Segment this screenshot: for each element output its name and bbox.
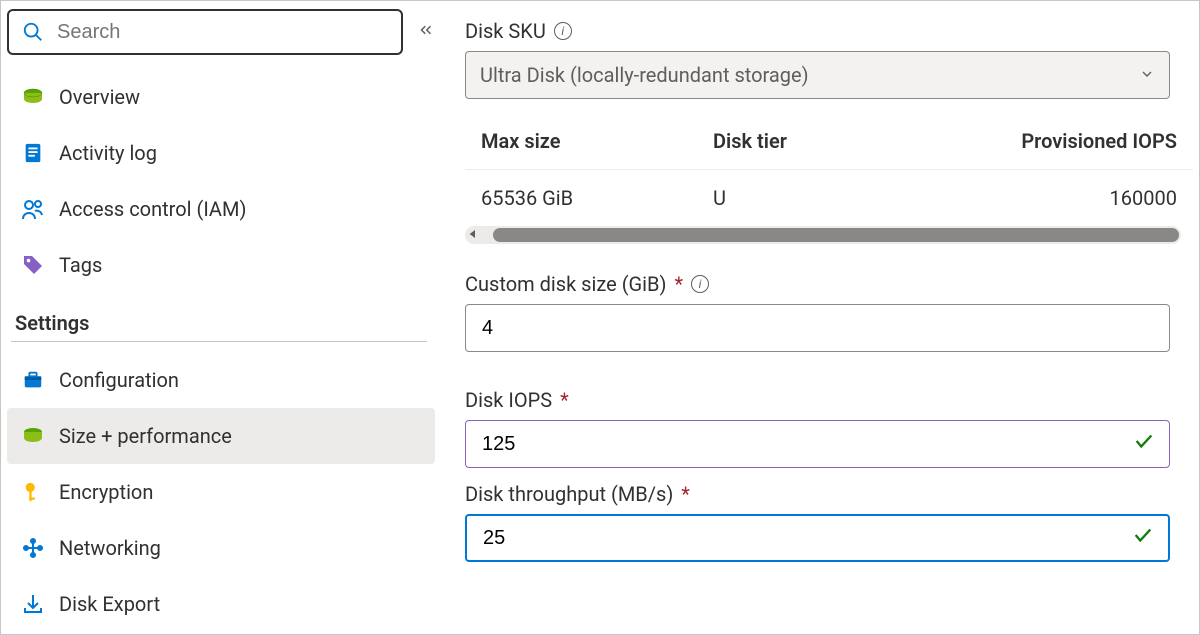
search-box[interactable] xyxy=(7,9,403,55)
sidebar-item-activity-log[interactable]: Activity log xyxy=(7,125,435,181)
disk-sku-label: Disk SKU xyxy=(465,19,546,43)
cell-disk-tier: U xyxy=(713,186,945,210)
search-icon xyxy=(21,20,45,44)
sku-table: Max size Disk tier Provisioned IOPS 6553… xyxy=(465,113,1193,226)
sidebar-item-disk-export[interactable]: Disk Export xyxy=(7,576,435,632)
sidebar-item-configuration[interactable]: Configuration xyxy=(7,352,435,408)
disk-throughput-input[interactable] xyxy=(465,514,1170,562)
disk-sku-value: Ultra Disk (locally-redundant storage) xyxy=(480,63,809,87)
cell-iops: 160000 xyxy=(945,186,1177,210)
sidebar-item-label: Access control (IAM) xyxy=(59,197,246,221)
sidebar-item-label: Tags xyxy=(59,253,102,277)
people-icon xyxy=(21,197,45,221)
required-asterisk: * xyxy=(560,388,569,412)
toolbox-icon xyxy=(21,368,45,392)
sidebar-item-label: Overview xyxy=(59,85,140,109)
sidebar-item-label: Networking xyxy=(59,536,161,560)
disk-sku-select[interactable]: Ultra Disk (locally-redundant storage) xyxy=(465,51,1170,99)
cell-max-size: 65536 GiB xyxy=(481,186,713,210)
custom-disk-size-field[interactable] xyxy=(480,316,1155,341)
sidebar-section-settings: Settings xyxy=(11,293,427,342)
scrollbar-thumb[interactable] xyxy=(493,228,1179,242)
sidebar-item-access-control[interactable]: Access control (IAM) xyxy=(7,181,435,237)
log-icon xyxy=(21,141,45,165)
search-input[interactable] xyxy=(55,20,389,45)
sidebar-item-encryption[interactable]: Encryption xyxy=(7,464,435,520)
disk-iops-input[interactable] xyxy=(465,420,1170,468)
custom-disk-size-label: Custom disk size (GiB) xyxy=(465,272,666,296)
scroll-left-icon[interactable] xyxy=(465,225,481,248)
key-icon xyxy=(21,480,45,504)
col-disk-tier: Disk tier xyxy=(713,129,945,153)
sidebar-item-size-performance[interactable]: Size + performance xyxy=(7,408,435,464)
sidebar-item-label: Configuration xyxy=(59,368,179,392)
sidebar-item-label: Disk Export xyxy=(59,592,160,616)
disk-iops-label: Disk IOPS xyxy=(465,388,552,412)
sidebar: Overview Activity log Access control xyxy=(1,1,441,634)
table-row[interactable]: 65536 GiB U 160000 xyxy=(465,170,1193,226)
required-asterisk: * xyxy=(674,272,683,296)
sidebar-item-overview[interactable]: Overview xyxy=(7,69,435,125)
info-icon[interactable]: i xyxy=(554,22,572,40)
info-icon[interactable]: i xyxy=(691,275,709,293)
chevron-down-icon xyxy=(1139,63,1155,87)
horizontal-scrollbar[interactable] xyxy=(465,226,1181,244)
sidebar-item-tags[interactable]: Tags xyxy=(7,237,435,293)
network-icon xyxy=(21,536,45,560)
valid-check-icon xyxy=(1132,524,1154,552)
disk-throughput-label: Disk throughput (MB/s) xyxy=(465,482,673,506)
sidebar-item-networking[interactable]: Networking xyxy=(7,520,435,576)
sidebar-item-label: Encryption xyxy=(59,480,153,504)
disk-throughput-field[interactable] xyxy=(481,526,1132,551)
tag-icon xyxy=(21,253,45,277)
valid-check-icon xyxy=(1133,430,1155,458)
main-content: Disk SKU i Ultra Disk (locally-redundant… xyxy=(441,1,1199,634)
col-provisioned-iops: Provisioned IOPS xyxy=(945,129,1177,153)
export-icon xyxy=(21,592,45,616)
col-max-size: Max size xyxy=(481,129,713,153)
disk-icon xyxy=(21,424,45,448)
disk-iops-field[interactable] xyxy=(480,432,1133,457)
sidebar-item-label: Activity log xyxy=(59,141,157,165)
collapse-sidebar-button[interactable] xyxy=(417,21,435,44)
sidebar-item-label: Size + performance xyxy=(59,424,232,448)
required-asterisk: * xyxy=(681,482,690,506)
disk-icon xyxy=(21,85,45,109)
custom-disk-size-input[interactable] xyxy=(465,304,1170,352)
